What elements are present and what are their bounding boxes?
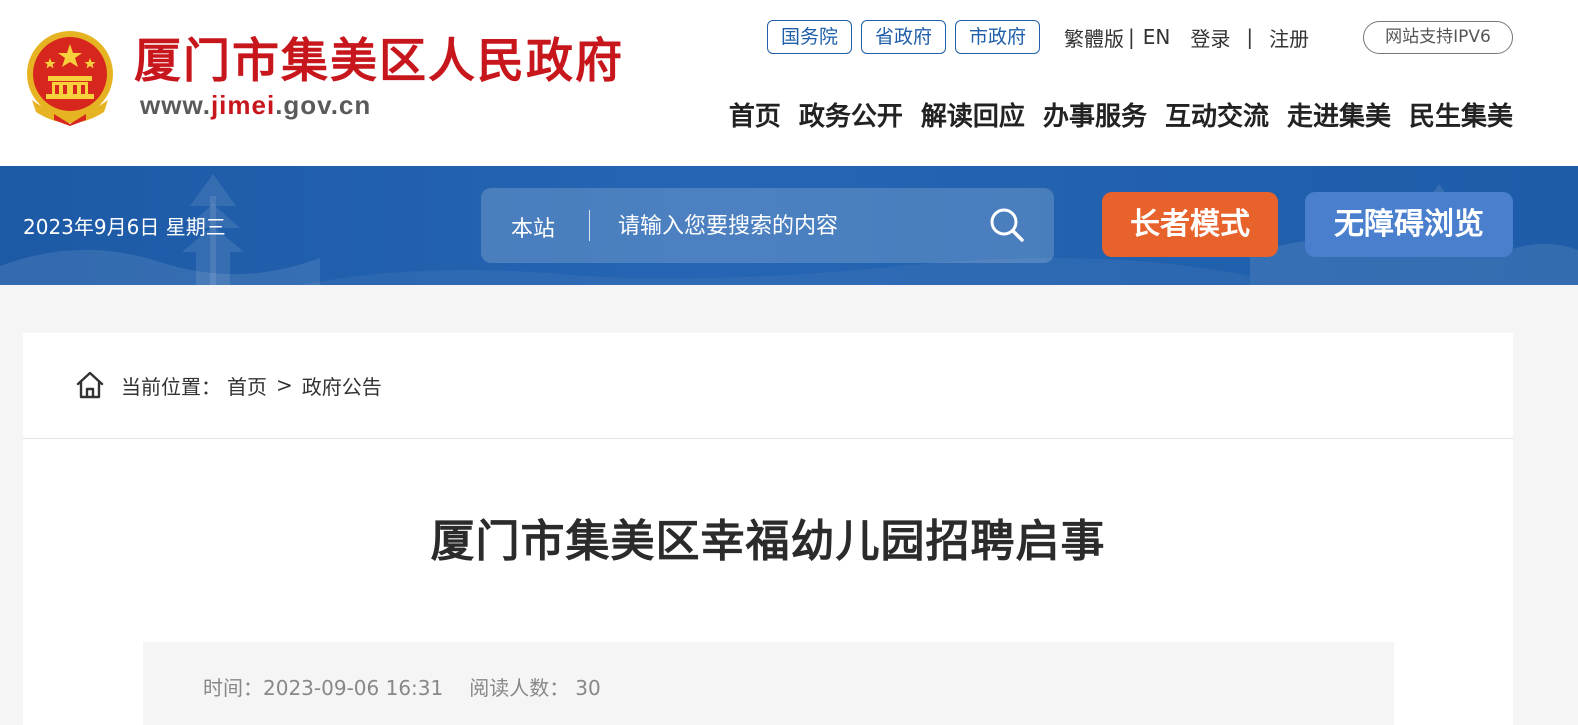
traditional-chinese-link[interactable]: 繁體版 bbox=[1064, 23, 1124, 52]
search-box: 本站 bbox=[481, 188, 1054, 263]
link-provincial-gov[interactable]: 省政府 bbox=[861, 20, 947, 54]
elder-mode-button[interactable]: 长者模式 bbox=[1102, 192, 1278, 257]
article-meta-bar: 时间：2023-09-06 16:31 阅读人数： 30 bbox=[143, 642, 1394, 725]
breadcrumb-gov-notices[interactable]: 政府公告 bbox=[302, 371, 382, 400]
link-state-council[interactable]: 国务院 bbox=[767, 20, 853, 54]
breadcrumb-home[interactable]: 首页 bbox=[227, 371, 267, 400]
site-title[interactable]: 厦门市集美区人民政府 bbox=[134, 32, 624, 92]
register-link[interactable]: 注册 bbox=[1269, 23, 1309, 52]
separator: | bbox=[1246, 25, 1254, 49]
site-url: www.jimei.gov.cn bbox=[140, 90, 371, 121]
nav-livelihood[interactable]: 民生集美 bbox=[1409, 98, 1513, 136]
url-prefix: www. bbox=[140, 90, 211, 120]
search-scope-select[interactable]: 本站 bbox=[511, 211, 555, 243]
article-card: 当前位置： 首页 > 政府公告 厦门市集美区幸福幼儿园招聘启事 时间：2023-… bbox=[23, 333, 1513, 725]
current-date: 2023年9月6日 星期三 bbox=[23, 215, 226, 239]
search-divider bbox=[589, 210, 590, 241]
article-meta: 时间：2023-09-06 16:31 阅读人数： 30 bbox=[203, 672, 601, 701]
views-label: 阅读人数： bbox=[469, 676, 570, 700]
nav-services[interactable]: 办事服务 bbox=[1043, 98, 1147, 136]
url-suffix: .gov.cn bbox=[275, 90, 372, 120]
nav-interpretation[interactable]: 解读回应 bbox=[921, 98, 1025, 136]
views-value: 30 bbox=[575, 676, 601, 700]
search-input[interactable] bbox=[616, 206, 976, 246]
nav-about-jimei[interactable]: 走进集美 bbox=[1287, 98, 1391, 136]
breadcrumb: 当前位置： 首页 > 政府公告 bbox=[75, 369, 382, 401]
nav-gov-affairs[interactable]: 政务公开 bbox=[799, 98, 903, 136]
breadcrumb-separator: > bbox=[276, 373, 293, 397]
search-banner: 2023年9月6日 星期三 本站 长者模式 无障碍浏览 bbox=[0, 166, 1578, 285]
url-highlight: jimei bbox=[210, 90, 276, 120]
nav-home[interactable]: 首页 bbox=[729, 98, 781, 136]
site-header: 厦门市集美区人民政府 www.jimei.gov.cn 国务院 省政府 市政府 … bbox=[0, 0, 1578, 166]
time-label: 时间： bbox=[203, 676, 263, 700]
accessible-browse-button[interactable]: 无障碍浏览 bbox=[1305, 192, 1513, 257]
top-links: 国务院 省政府 市政府 繁體版 | EN 登录 | 注册 bbox=[767, 20, 1309, 54]
home-icon bbox=[76, 371, 104, 399]
login-link[interactable]: 登录 bbox=[1190, 23, 1230, 52]
national-emblem-icon bbox=[27, 31, 113, 126]
search-icon[interactable] bbox=[989, 207, 1025, 243]
time-value: 2023-09-06 16:31 bbox=[263, 676, 444, 700]
separator: | bbox=[1128, 25, 1135, 49]
link-city-gov[interactable]: 市政府 bbox=[955, 20, 1041, 54]
breadcrumb-label: 当前位置： bbox=[121, 374, 221, 399]
nav-interaction[interactable]: 互动交流 bbox=[1165, 98, 1269, 136]
main-nav: 首页 政务公开 解读回应 办事服务 互动交流 走进集美 民生集美 bbox=[711, 98, 1513, 136]
article-title: 厦门市集美区幸福幼儿园招聘启事 bbox=[430, 516, 1106, 567]
english-link[interactable]: EN bbox=[1143, 25, 1171, 49]
ipv6-badge: 网站支持IPV6 bbox=[1363, 21, 1513, 54]
divider bbox=[23, 438, 1513, 439]
